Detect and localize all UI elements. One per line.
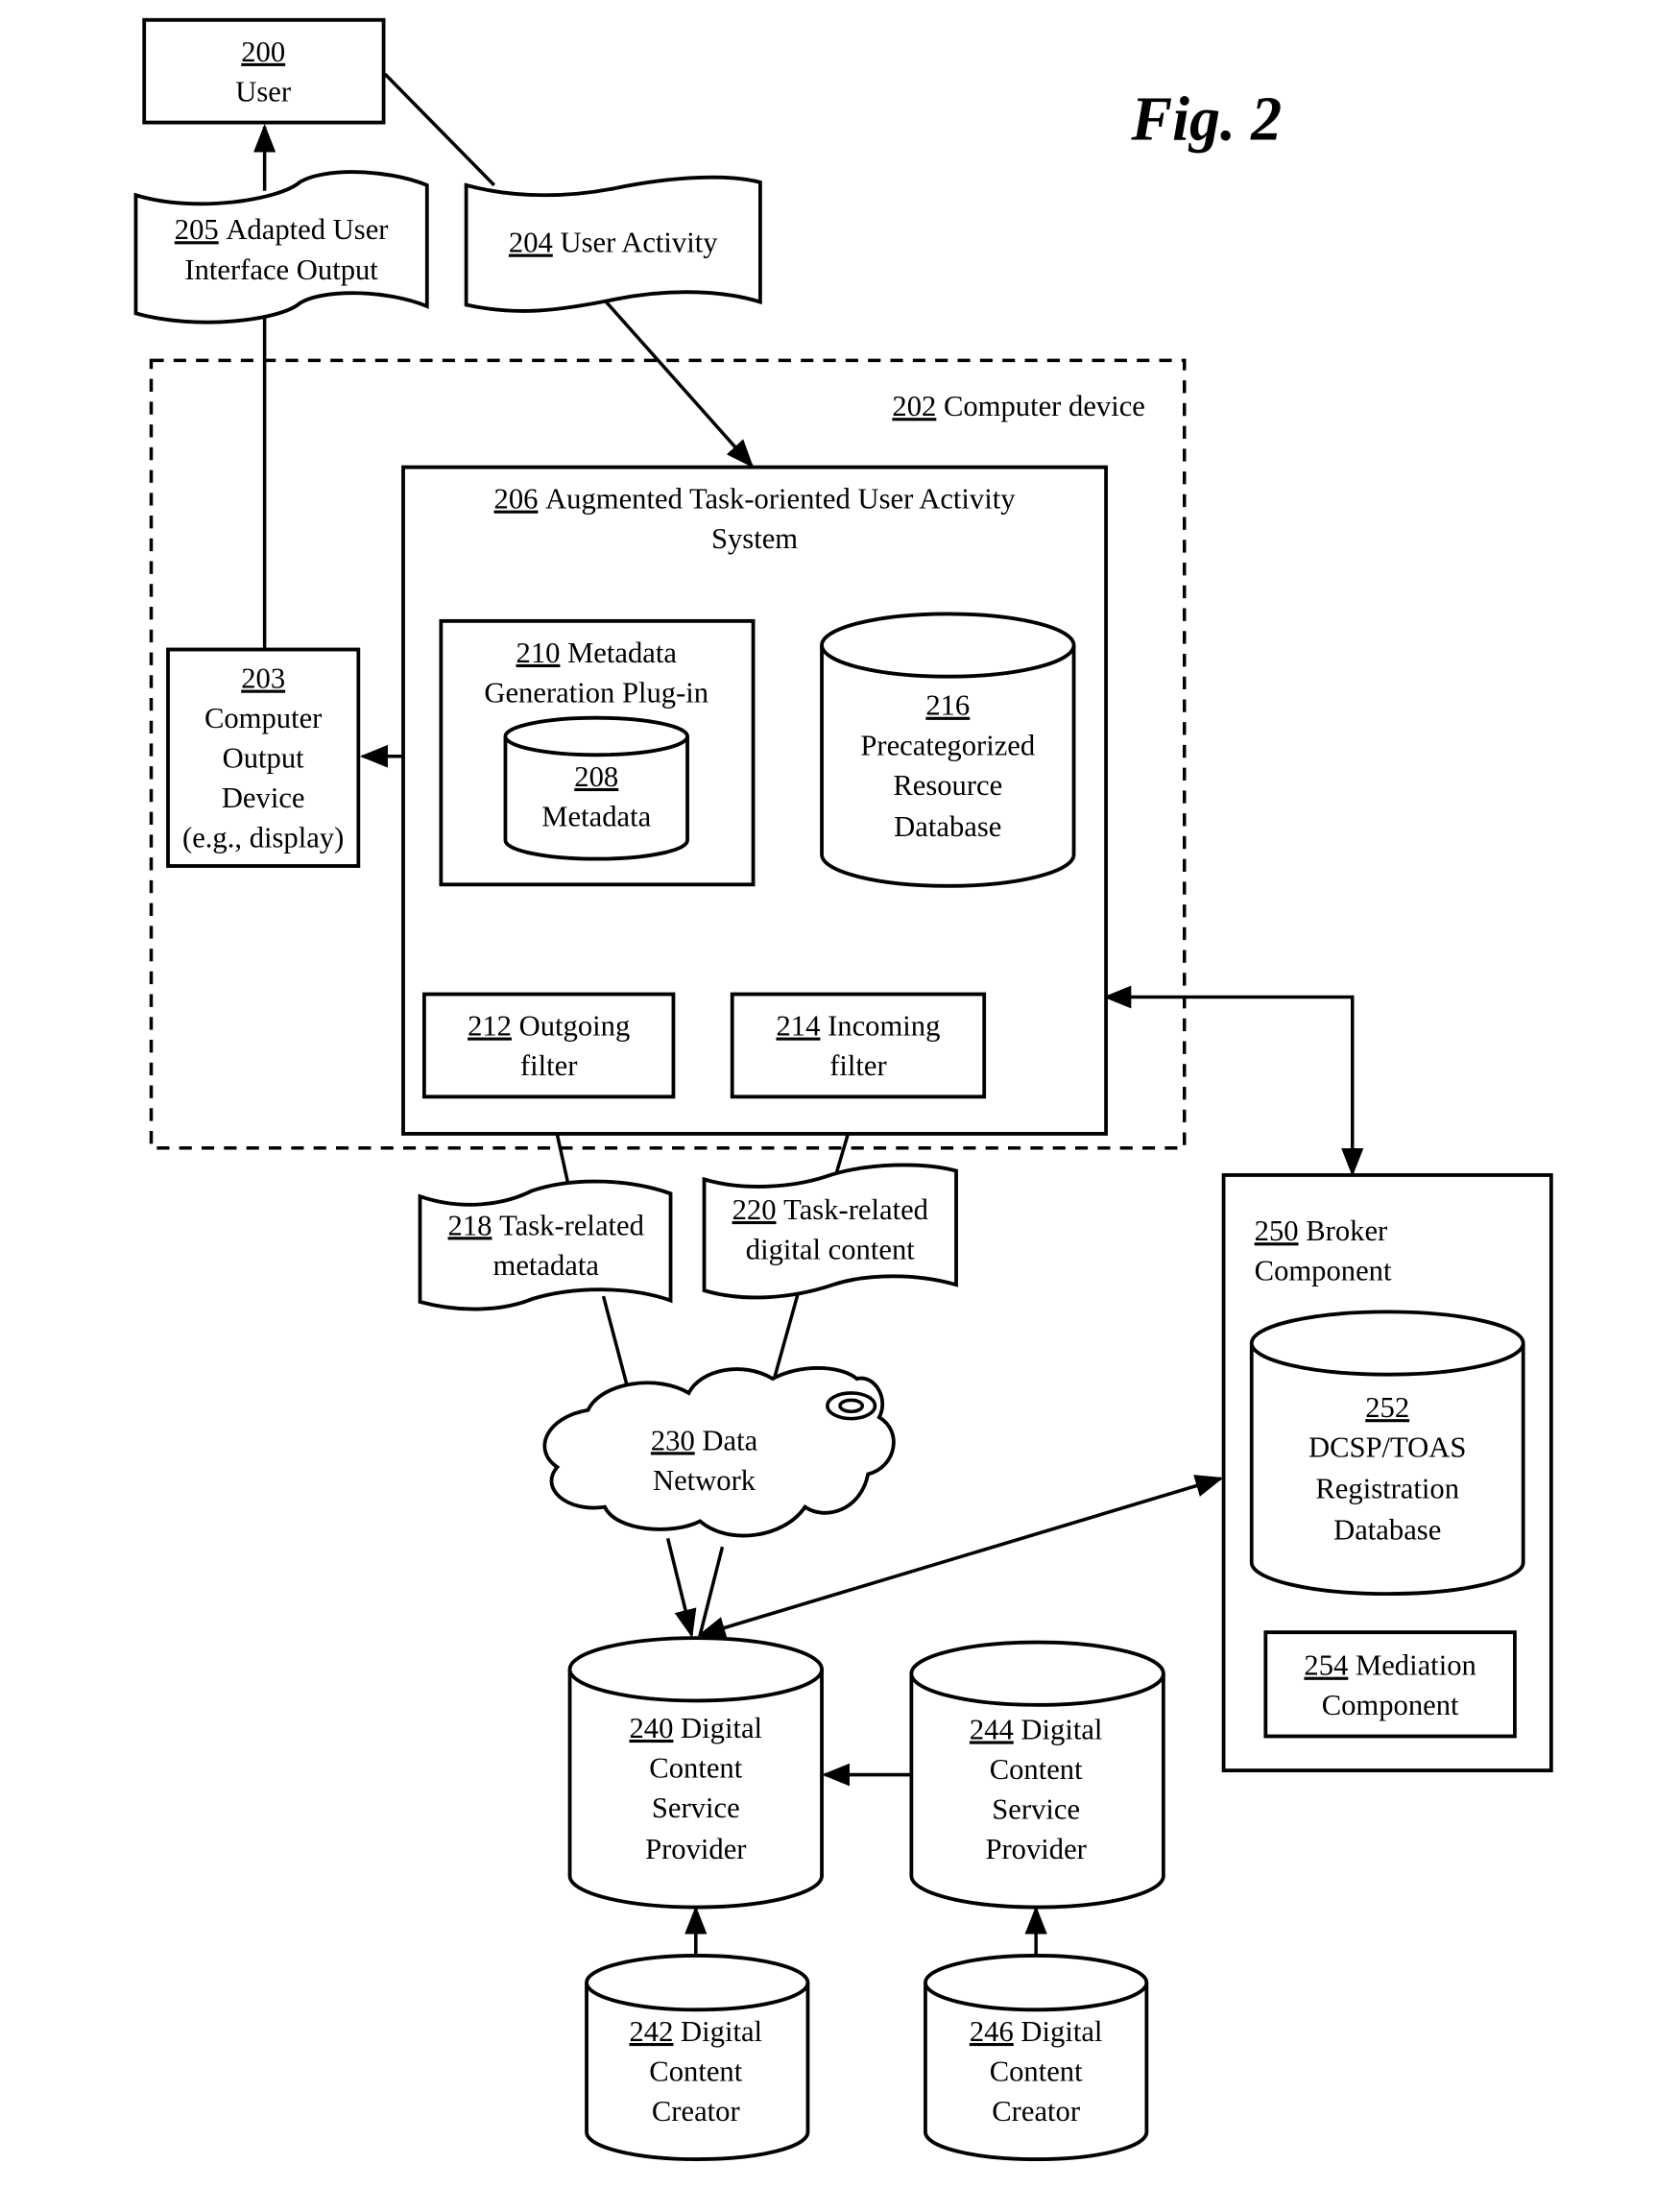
node-text-line3: Creator — [992, 2094, 1080, 2128]
arrow-230-to-240-a — [665, 1537, 697, 1639]
node-text-line2: Generation Plug-in — [484, 675, 708, 709]
node-text-line2: filter — [829, 1048, 887, 1082]
node-text-line3: Device — [222, 781, 305, 814]
line-218-to-230 — [601, 1295, 631, 1392]
node-text-line1: 218 Task-related — [448, 1208, 645, 1241]
node-text-line1: 254 Mediation — [1304, 1647, 1476, 1681]
node-text-line3: Service — [992, 1791, 1080, 1825]
node-text-line1: 242 Digital — [629, 2014, 762, 2048]
line-230-to-240-b — [698, 1546, 725, 1636]
node-200-user: 200 User — [142, 17, 386, 125]
node-text-line2: Network — [653, 1463, 756, 1497]
line-220-to-230 — [772, 1292, 800, 1380]
node-text-line2: Resource — [893, 768, 1002, 802]
node-text-line1: Metadata — [541, 799, 651, 832]
arrow-204-to-206 — [605, 301, 755, 469]
node-number: 252 — [1365, 1390, 1409, 1424]
node-244-dcsp: 244 Digital Content Service Provider — [909, 1640, 1165, 1910]
node-text-line1: Precategorized — [860, 728, 1035, 761]
node-text-line1: DCSP/TOAS — [1308, 1430, 1466, 1463]
node-text-line2: System — [711, 521, 798, 555]
node-text-line2: Output — [223, 740, 304, 774]
node-text-line1: 246 Digital — [970, 2014, 1103, 2048]
node-text-line2: Content — [649, 1750, 742, 1784]
node-text-line2: Content — [990, 2054, 1083, 2087]
node-text-line3: Creator — [652, 2094, 740, 2128]
node-text-line1: 212 Outgoing — [468, 1008, 630, 1042]
node-246-creator: 246 Digital Content Creator — [924, 1954, 1149, 2162]
node-text-line4: (e.g., display) — [182, 820, 344, 854]
node-text: 202 Computer device — [892, 389, 1145, 422]
node-text-line2: Content — [990, 1752, 1083, 1786]
node-218-task-metadata: 218 Task-related metadata — [418, 1179, 673, 1311]
node-220-task-content: 220 Task-related digital content — [702, 1163, 958, 1300]
node-text-line1: 204 User Activity — [509, 225, 718, 258]
node-text-line1: 205 Adapted User — [175, 212, 389, 246]
node-text-line2: digital content — [746, 1232, 915, 1265]
node-text-line3: Database — [1333, 1513, 1441, 1547]
node-text-line2: Component — [1255, 1253, 1392, 1286]
node-text-line1: 220 Task-related — [732, 1192, 929, 1226]
node-text-line2: Component — [1322, 1688, 1459, 1721]
node-text-line1: 244 Digital — [970, 1712, 1103, 1745]
node-230-data-network-cloud: 230 Data Network — [542, 1366, 896, 1538]
node-text-line2: Content — [649, 2054, 742, 2087]
node-text-line4: Provider — [645, 1832, 747, 1865]
node-text-line1: 210 Metadata — [516, 636, 678, 669]
node-240-dcsp: 240 Digital Content Service Provider — [567, 1636, 824, 1910]
node-text-line2: filter — [520, 1048, 578, 1082]
node-text-line1: 214 Incoming — [777, 1008, 941, 1042]
node-text-line4: Provider — [985, 1832, 1087, 1865]
node-text-line2: Interface Output — [184, 252, 378, 286]
node-text-line1: 230 Data — [651, 1423, 758, 1456]
node-212-outgoing-filter: 212 Outgoing filter — [421, 992, 676, 1099]
node-214-incoming-filter: 214 Incoming filter — [730, 992, 987, 1099]
node-205-adapted-ui-output: 205 Adapted User Interface Output — [133, 170, 429, 325]
figure-label: Fig. 2 — [1130, 84, 1282, 154]
node-242-creator: 242 Digital Content Creator — [585, 1954, 810, 2162]
node-text-line1: Computer — [204, 701, 323, 734]
node-254-mediation: 254 Mediation Component — [1263, 1630, 1517, 1739]
node-label: User — [235, 74, 292, 108]
line-200-to-204 — [383, 72, 496, 187]
node-208-metadata-db: 208 Metadata — [503, 715, 689, 861]
node-252-registration-db: 252 DCSP/TOAS Registration Database — [1249, 1310, 1525, 1597]
node-216-precategorized-db: 216 Precategorized Resource Database — [820, 612, 1076, 888]
node-number: 208 — [574, 759, 618, 793]
node-text-line3: Service — [652, 1791, 740, 1824]
node-text-line3: Database — [894, 809, 1001, 843]
node-number: 200 — [241, 35, 285, 68]
diagram: Fig. 2 200 User 205 Adapted User Interfa… — [133, 17, 1553, 2162]
node-204-user-activity: 204 User Activity — [464, 175, 762, 313]
node-text-line2: metadata — [493, 1248, 600, 1282]
node-text-line1: 240 Digital — [629, 1711, 762, 1744]
node-text-line2: Registration — [1315, 1471, 1459, 1504]
node-203-computer-output-device: 203 Computer Output Device (e.g., displa… — [166, 647, 361, 868]
node-number: 216 — [925, 688, 970, 722]
node-text-line1: 250 Broker — [1255, 1214, 1388, 1247]
node-number: 203 — [241, 661, 285, 694]
node-text-line1: 206 Augmented Task-oriented User Activit… — [494, 481, 1017, 515]
